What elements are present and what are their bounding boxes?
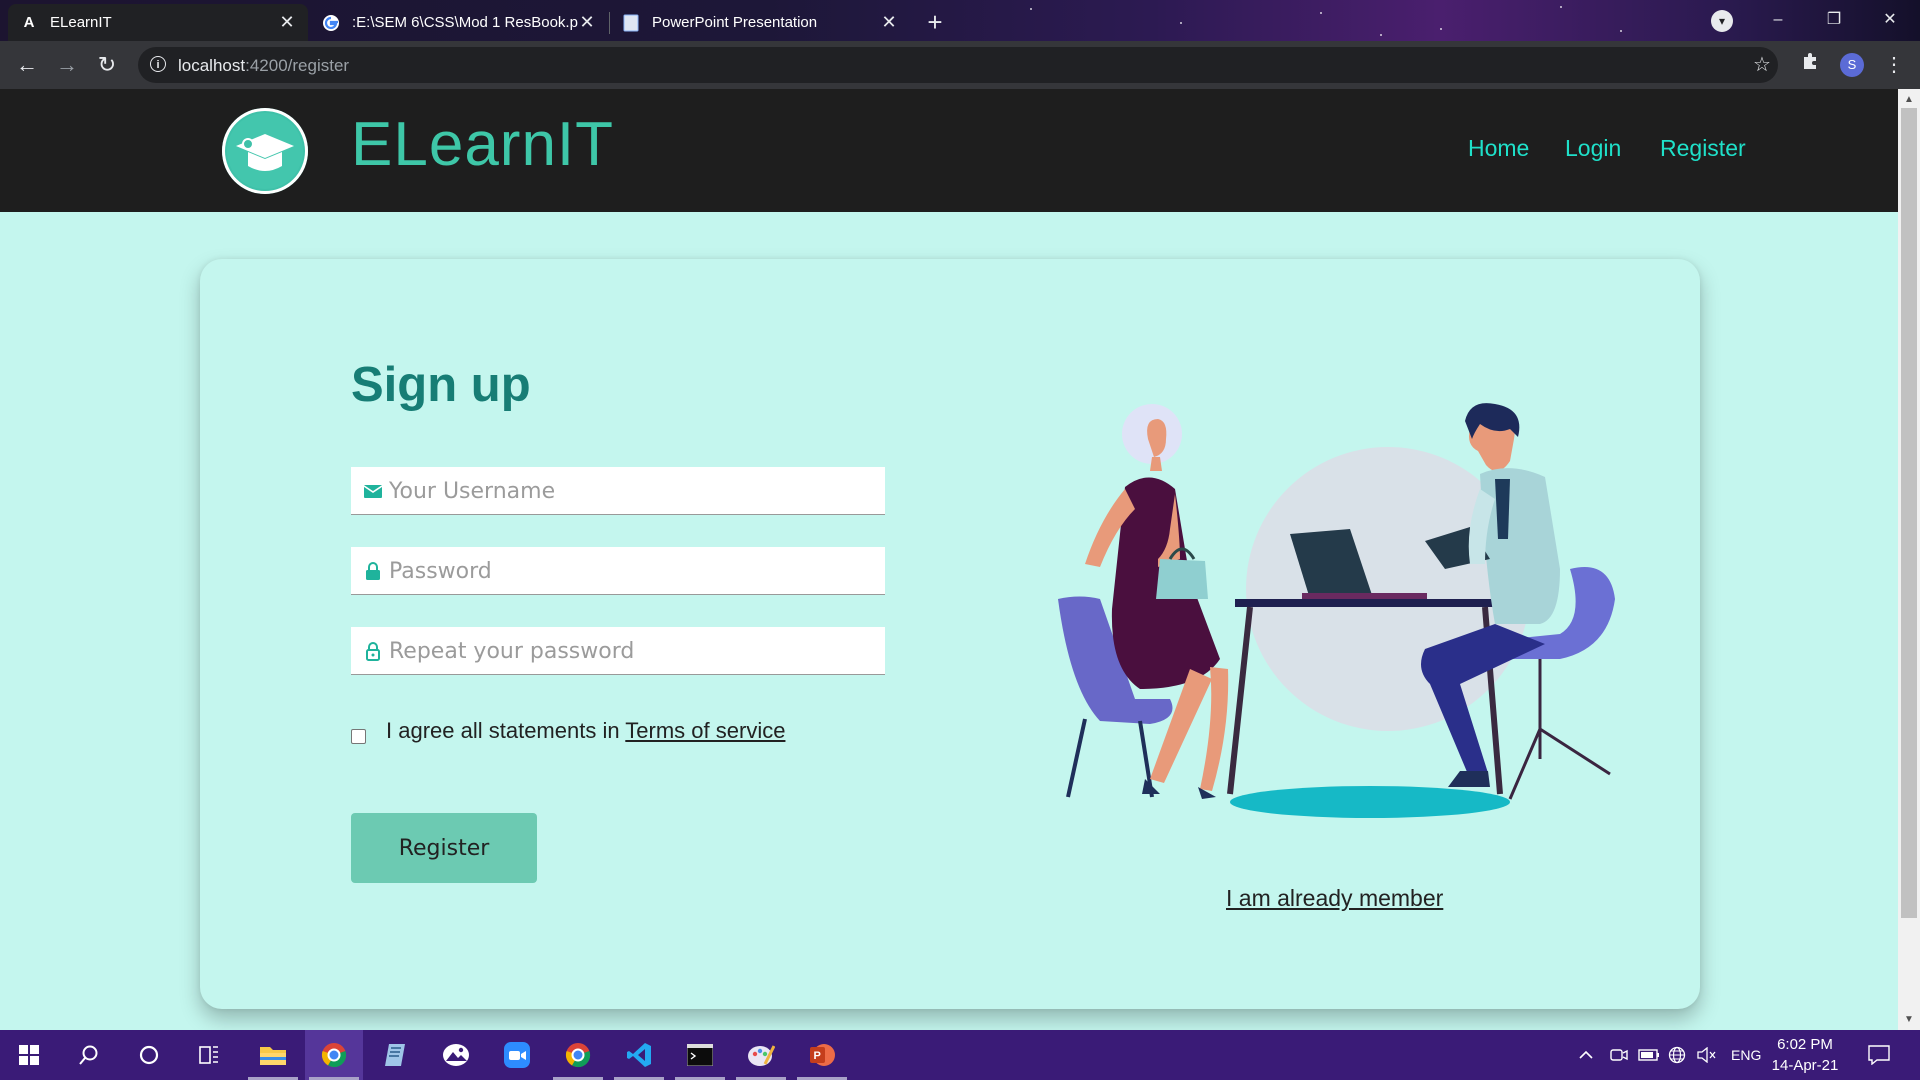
- nav-register-link[interactable]: Register: [1660, 135, 1746, 162]
- password-field[interactable]: [351, 547, 885, 595]
- agree-prefix: I agree all statements in: [386, 718, 626, 743]
- search-icon[interactable]: [60, 1030, 118, 1080]
- chrome-icon[interactable]: [549, 1030, 607, 1080]
- close-icon[interactable]: ✕: [880, 12, 898, 33]
- info-icon[interactable]: i: [150, 56, 166, 72]
- register-button[interactable]: Register: [351, 813, 537, 883]
- url-path: :4200/register: [245, 56, 350, 75]
- scroll-down-arrow-icon[interactable]: ▼: [1898, 1011, 1920, 1029]
- graduation-cap-logo-icon[interactable]: [222, 108, 308, 194]
- forward-arrow-icon[interactable]: →: [53, 51, 81, 79]
- restore-button[interactable]: ❐: [1806, 0, 1862, 40]
- background-star: [1560, 6, 1562, 8]
- battery-icon[interactable]: [1638, 1030, 1660, 1080]
- address-bar[interactable]: i localhost:4200/register: [138, 47, 1778, 83]
- minimize-button[interactable]: –: [1750, 0, 1806, 40]
- notifications-icon[interactable]: [1868, 1030, 1890, 1080]
- tab-resbook[interactable]: :E:\SEM 6\CSS\Mod 1 ResBook.pd ✕: [310, 4, 608, 41]
- signup-card: Sign up I agree all statements in Terms …: [200, 259, 1700, 1009]
- background-star: [1030, 8, 1032, 10]
- agree-terms-label: I agree all statements in Terms of servi…: [386, 718, 785, 744]
- signup-title: Sign up: [351, 358, 531, 412]
- lock-icon: [363, 561, 383, 581]
- windows-taskbar: P ENG 6:02 PM 14-Apr-21: [0, 1030, 1920, 1080]
- brand-title[interactable]: ELearnIT: [351, 109, 614, 180]
- browser-tab-strip: A ELearnIT ✕ :E:\SEM 6\CSS\Mod 1 ResBook…: [0, 0, 1920, 41]
- password-input[interactable]: [387, 547, 881, 595]
- background-star: [1320, 12, 1322, 14]
- google-icon: [322, 14, 340, 32]
- scroll-up-arrow-icon[interactable]: ▲: [1898, 91, 1920, 109]
- site-header: ELearnIT Home Login Register: [0, 89, 1898, 212]
- already-member-link[interactable]: I am already member: [1226, 885, 1443, 912]
- clock-time: 6:02 PM: [1777, 1036, 1833, 1053]
- system-clock[interactable]: 6:02 PM 14-Apr-21: [1766, 1034, 1844, 1076]
- notepad-icon[interactable]: [366, 1030, 424, 1080]
- meet-now-icon[interactable]: [1610, 1030, 1628, 1080]
- angular-icon: A: [23, 14, 35, 31]
- more-menu-icon[interactable]: ⋮: [1880, 51, 1908, 79]
- tab-elearnit[interactable]: A ELearnIT ✕: [8, 4, 308, 41]
- repeat-password-field[interactable]: [351, 627, 885, 675]
- nav-home-link[interactable]: Home: [1468, 135, 1529, 162]
- background-star: [1180, 22, 1182, 24]
- tab-title: PowerPoint Presentation: [652, 14, 818, 31]
- input-language[interactable]: ENG: [1731, 1030, 1761, 1080]
- zoom-icon[interactable]: [488, 1030, 546, 1080]
- url-host: localhost: [178, 56, 246, 75]
- vscode-icon[interactable]: [610, 1030, 668, 1080]
- close-icon[interactable]: ✕: [578, 12, 596, 33]
- back-arrow-icon[interactable]: ←: [13, 51, 41, 79]
- agree-terms-checkbox[interactable]: [351, 729, 366, 744]
- nav-login-link[interactable]: Login: [1565, 135, 1621, 162]
- username-input[interactable]: [387, 467, 881, 515]
- username-field[interactable]: [351, 467, 885, 515]
- background-star: [1620, 30, 1622, 32]
- extensions-puzzle-icon[interactable]: [1797, 51, 1825, 79]
- reload-icon[interactable]: ↻: [93, 51, 121, 79]
- svg-text:P: P: [814, 1050, 821, 1062]
- new-tab-button[interactable]: +: [919, 6, 951, 38]
- repeat-password-input[interactable]: [387, 627, 881, 675]
- meeting-illustration: [1058, 403, 1615, 818]
- url-text[interactable]: localhost:4200/register: [178, 56, 349, 76]
- powerpoint-icon[interactable]: P: [793, 1030, 851, 1080]
- chrome-icon[interactable]: [305, 1030, 363, 1080]
- start-icon[interactable]: [0, 1030, 58, 1080]
- volume-muted-icon[interactable]: [1697, 1030, 1717, 1080]
- document-icon: [622, 14, 640, 32]
- close-window-button[interactable]: ✕: [1862, 0, 1918, 40]
- scrollbar-thumb[interactable]: [1901, 108, 1917, 918]
- file-explorer-icon[interactable]: [244, 1030, 302, 1080]
- bookmark-star-icon[interactable]: ☆: [1748, 51, 1776, 79]
- profile-avatar[interactable]: S: [1840, 53, 1864, 77]
- paint-icon[interactable]: [732, 1030, 790, 1080]
- tab-search-icon[interactable]: ▾: [1711, 10, 1733, 32]
- mail-icon: [363, 481, 383, 501]
- tab-powerpoint[interactable]: PowerPoint Presentation ✕: [610, 4, 910, 41]
- background-star: [1440, 28, 1442, 30]
- terminal-icon[interactable]: [671, 1030, 729, 1080]
- background-star: [1380, 34, 1382, 36]
- photos-icon[interactable]: [427, 1030, 485, 1080]
- browser-toolbar: ← → ↻ i localhost:4200/register ☆ S ⋮: [0, 41, 1920, 89]
- show-hidden-icons-chevron-icon[interactable]: [1578, 1030, 1594, 1080]
- lock-outline-icon: [363, 641, 383, 661]
- task-view-icon[interactable]: [180, 1030, 238, 1080]
- cortana-icon[interactable]: [120, 1030, 178, 1080]
- terms-of-service-link[interactable]: Terms of service: [625, 718, 785, 743]
- network-globe-icon[interactable]: [1668, 1030, 1686, 1080]
- clock-date: 14-Apr-21: [1771, 1057, 1839, 1074]
- tab-title: ELearnIT: [50, 14, 112, 31]
- tab-title: :E:\SEM 6\CSS\Mod 1 ResBook.pd: [352, 14, 578, 31]
- close-icon[interactable]: ✕: [278, 12, 296, 33]
